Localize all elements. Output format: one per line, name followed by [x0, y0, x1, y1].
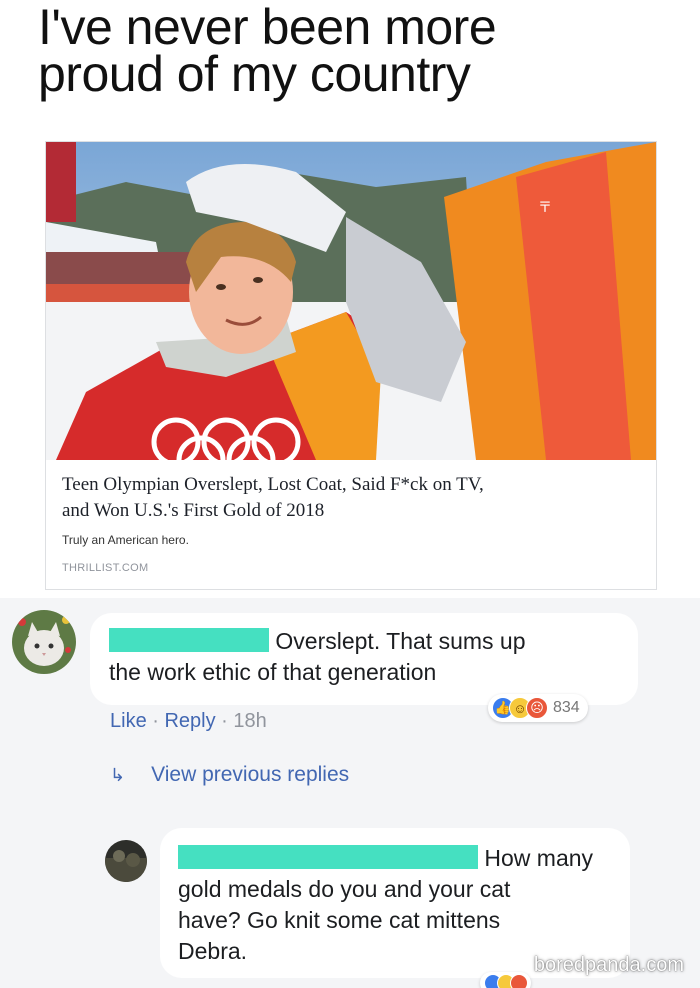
reaction-count: 834 [553, 699, 580, 716]
article-headline-line1: Teen Olympian Overslept, Lost Coat, Said… [62, 474, 484, 495]
reply-link[interactable]: Reply [164, 710, 215, 732]
comment-timestamp[interactable]: 18h [233, 710, 266, 732]
comment-text-part1: Overslept. That sums up [275, 628, 526, 654]
article-headline[interactable]: Teen Olympian Overslept, Lost Coat, Said… [62, 472, 642, 524]
commenter-avatar[interactable] [12, 610, 76, 674]
separator: · [146, 710, 165, 732]
meme-caption-line2: proud of my country [38, 46, 471, 102]
view-previous-replies-label: View previous replies [151, 763, 350, 786]
redacted-replier-name [178, 845, 478, 869]
reply-text-part1: How many [484, 845, 594, 871]
cat-avatar-icon [12, 610, 76, 674]
angry-icon: ☹ [526, 697, 548, 719]
comment-text-line2: the work ethic of that generation [109, 659, 437, 685]
reply-arrow-icon: ↳ [110, 764, 126, 785]
boredpanda-watermark: boredpanda.com [533, 954, 684, 976]
comment-actions: Like · Reply · 18h [110, 710, 267, 733]
article-photo[interactable]: 〒 [46, 142, 656, 460]
article-source: THRILLIST.COM [62, 562, 149, 574]
replier-avatar[interactable] [105, 840, 147, 882]
snowboarder-photo: 〒 [46, 142, 656, 460]
love-icon [510, 974, 528, 988]
reply-reactions-partial[interactable] [480, 972, 531, 988]
reply-text-line3: have? Go knit some cat mittens [178, 907, 501, 933]
redacted-commenter-name [109, 628, 269, 652]
separator: · [215, 710, 234, 732]
comment-bubble: Overslept. That sums up the work ethic o… [90, 613, 638, 705]
like-link[interactable]: Like [110, 710, 147, 732]
article-headline-line2: and Won U.S.'s First Gold of 2018 [62, 500, 325, 521]
reply-text-line1: How many [178, 843, 630, 874]
meme-caption-line1: I've never been more [38, 0, 497, 55]
view-previous-replies-link[interactable]: ↳ View previous replies [110, 763, 349, 787]
link-preview-card[interactable]: 〒 Teen Olympian Overslept, Lost Coat, Sa… [45, 141, 657, 590]
meme-caption: I've never been more proud of my country [38, 0, 678, 102]
svg-text:〒: 〒 [538, 200, 552, 216]
comment-reactions[interactable]: 👍 ☺ ☹ 834 [488, 694, 588, 722]
comment-text-line1: Overslept. That sums up [109, 626, 638, 657]
article-description: Truly an American hero. [62, 533, 189, 547]
reply-text-line2: gold medals do you and your cat [178, 876, 511, 902]
replier-photo-icon [105, 840, 147, 882]
